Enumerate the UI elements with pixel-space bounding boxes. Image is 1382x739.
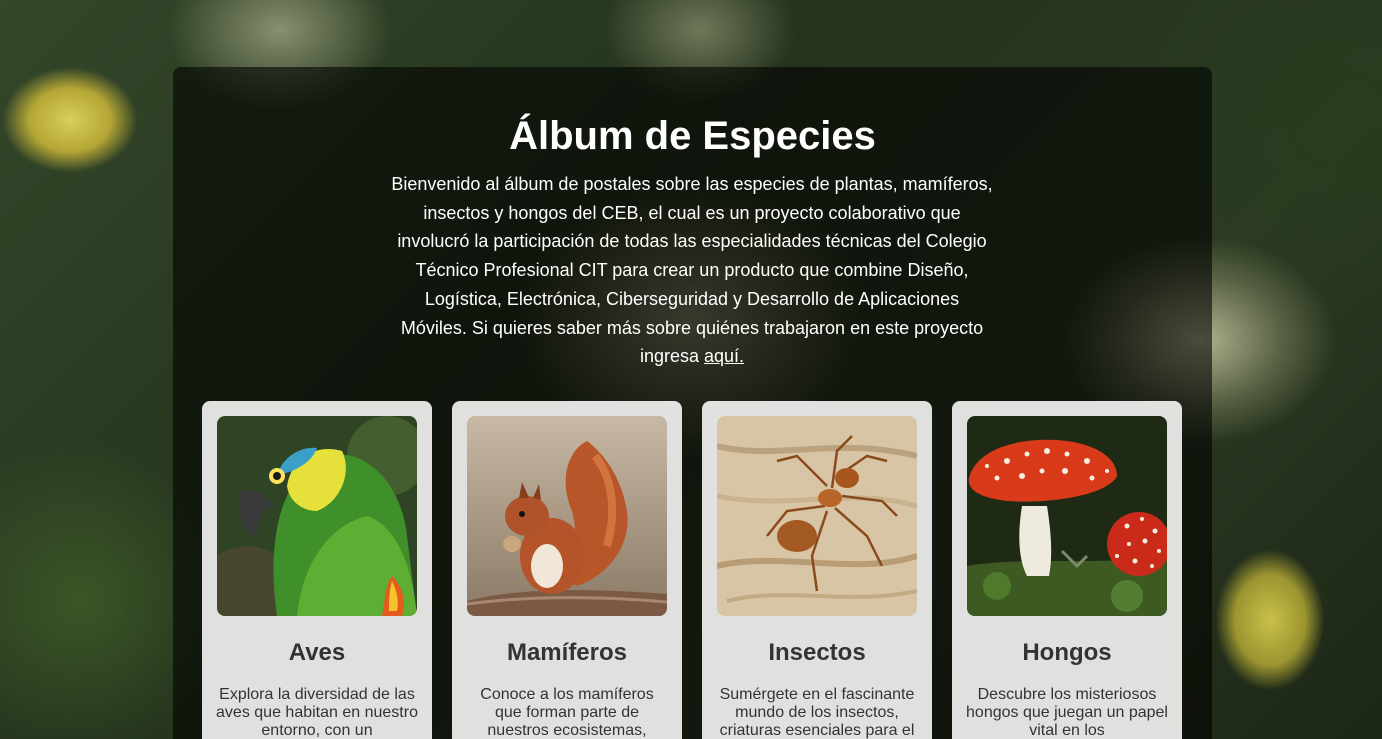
team-link[interactable]: aquí.	[704, 346, 744, 366]
page-title: Álbum de Especies	[509, 114, 876, 158]
mushroom-photo	[967, 416, 1167, 616]
card-title: Insectos	[768, 639, 866, 666]
species-card-insectos[interactable]: Insectos Sumérgete en el fascinante mund…	[702, 401, 932, 739]
card-description: Descubre los misteriosos hongos que jueg…	[966, 686, 1168, 739]
card-title: Mamíferos	[506, 639, 628, 666]
species-card-hongos[interactable]: Hongos Descubre los misteriosos hongos q…	[952, 401, 1182, 739]
parrot-photo	[217, 416, 417, 616]
card-description: Sumérgete en el fascinante mundo de los …	[719, 686, 915, 739]
card-description: Explora la diversidad de las aves que ha…	[216, 686, 418, 739]
intro-text: Bienvenido al álbum de postales sobre la…	[391, 174, 993, 367]
ant-photo	[717, 416, 917, 616]
intro-paragraph: Bienvenido al álbum de postales sobre la…	[390, 170, 994, 371]
species-card-aves[interactable]: Aves Explora la diversidad de las aves q…	[202, 401, 432, 739]
card-title: Hongos	[1022, 639, 1112, 666]
squirrel-photo	[467, 416, 667, 616]
species-card-mamiferos[interactable]: Mamíferos Conoce a los mamíferos que for…	[452, 401, 682, 739]
card-description: Conoce a los mamíferos que forman parte …	[480, 686, 654, 739]
card-title: Aves	[288, 639, 346, 666]
